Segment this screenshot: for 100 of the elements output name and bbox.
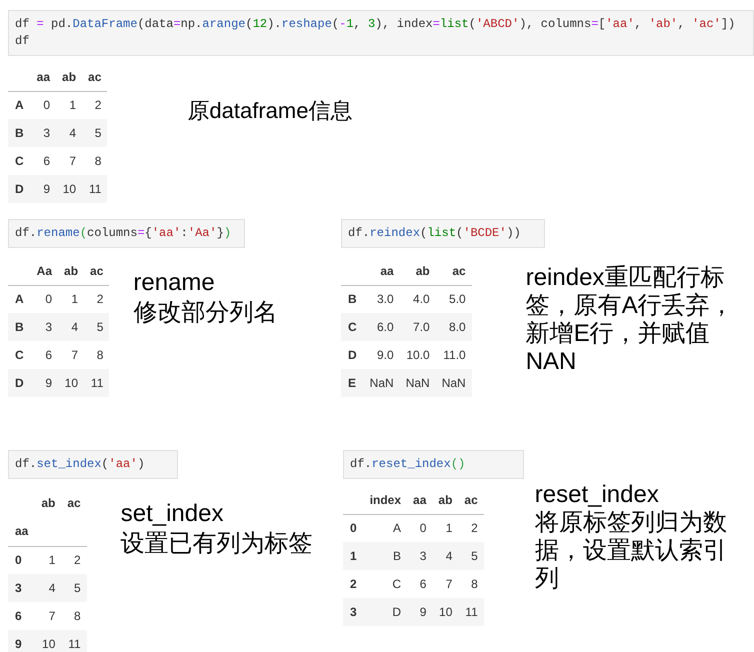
table-cell: 2: [82, 91, 108, 119]
table-cell: 5: [61, 574, 87, 602]
table-cell: 5.0: [436, 285, 472, 313]
row-index: D: [341, 341, 364, 369]
table-cell: C: [364, 570, 408, 598]
table-cell: 7.0: [400, 313, 436, 341]
row-index: 3: [8, 574, 36, 602]
table-cell: 11: [458, 598, 484, 626]
code-line: df.set_index('aa'): [15, 456, 146, 473]
code-cell[interactable]: df = pd.DataFrame(data=np.arange(12).reshape(-1, 3), index=list('ABCD'), columns=['aa', 'ab', 'ac']) df: [8, 10, 754, 56]
table-cell: 11.0: [436, 341, 472, 369]
column-header: ac: [82, 64, 108, 91]
table-cell: 3.0: [364, 285, 400, 313]
table-cell: 9: [30, 175, 56, 203]
annotation-text: reset_index: [534, 481, 660, 509]
annotation-text: NAN: [526, 348, 578, 376]
table-cell: 10: [35, 630, 62, 652]
table-cell: 3: [30, 119, 56, 147]
row-index: E: [341, 369, 364, 397]
table-cell: 10: [56, 175, 82, 203]
table-cell: 8: [84, 341, 110, 369]
table-cell: 8: [61, 602, 87, 630]
table-cell: D: [364, 598, 408, 626]
table-cell: 7: [56, 147, 82, 175]
row-index: B: [341, 285, 364, 313]
table-cell: 5: [82, 119, 108, 147]
table-cell: 9: [407, 598, 432, 626]
table-cell: 11: [61, 630, 87, 652]
row-index: 2: [343, 570, 364, 598]
code-cell[interactable]: df.set_index('aa'): [8, 450, 178, 479]
code-line: df: [15, 33, 30, 50]
table-cell: 0: [30, 91, 56, 119]
code-cell[interactable]: df.rename(columns={'aa':'Aa'}): [8, 219, 245, 248]
annotation-text: 将原标签列归为数: [534, 509, 727, 537]
annotation-text: 原dataframe信息: [187, 97, 352, 125]
table-cell: 7: [432, 570, 458, 598]
row-index: B: [8, 313, 31, 341]
table-cell: 2: [84, 285, 110, 313]
row-index: C: [8, 147, 31, 175]
annotation-text: 列: [534, 565, 560, 593]
column-header: Aa: [30, 258, 58, 285]
row-index: C: [341, 313, 364, 341]
table-cell: 8: [82, 147, 108, 175]
table-cell: 4: [58, 313, 84, 341]
column-header: ab: [40, 494, 56, 512]
table-cell: 9: [30, 369, 58, 397]
column-header: ab: [432, 487, 458, 514]
table-cell: 5: [458, 542, 484, 570]
code-line: df.reindex(list('BCDE')): [348, 225, 522, 242]
row-index: 0: [343, 514, 364, 542]
column-header: aa: [30, 64, 56, 91]
table-cell: 10: [58, 369, 84, 397]
table-cell: 4: [35, 574, 62, 602]
table-cell: 0: [407, 514, 432, 542]
table-cell: 1: [56, 91, 82, 119]
table-cell: 2: [458, 514, 484, 542]
column-header: aa: [364, 258, 400, 285]
table-cell: 8.0: [436, 313, 472, 341]
code-cell[interactable]: df.reindex(list('BCDE')): [341, 219, 545, 248]
row-index: 1: [343, 542, 364, 570]
code-line: df = pd.DataFrame(data=np.arange(12).reshape(-1, 3), index=list('ABCD'), columns=['aa', 'ab', 'ac']): [15, 16, 736, 33]
row-index: A: [8, 285, 31, 313]
table-cell: 6.0: [364, 313, 400, 341]
row-index: 3: [343, 598, 364, 626]
row-index: C: [8, 341, 31, 369]
table-cell: 3: [407, 542, 432, 570]
code-cell[interactable]: df.reset_index(): [343, 450, 524, 479]
column-header: ac: [436, 258, 472, 285]
row-index: 9: [8, 630, 36, 652]
annotation-text: 修改部分列名: [133, 298, 278, 328]
row-index: D: [8, 175, 31, 203]
annotation-text: rename: [133, 268, 216, 298]
row-index: A: [8, 91, 31, 119]
table-cell: B: [364, 542, 408, 570]
column-header: ab: [400, 258, 436, 285]
column-header: ab: [56, 64, 82, 91]
table-cell: 6: [30, 147, 56, 175]
table-cell: 4: [56, 119, 82, 147]
annotation-text: 新增E行，并赋值: [526, 320, 711, 348]
column-header: index: [364, 487, 408, 514]
annotation-text: set_index: [120, 499, 224, 529]
table-cell: 1: [35, 546, 62, 574]
annotation-text: 签，原有A行丢弃，: [526, 292, 734, 320]
table-cell: 6: [30, 341, 58, 369]
table-cell: NaN: [364, 369, 400, 397]
column-header: ac: [84, 258, 110, 285]
table-cell: 4: [432, 542, 458, 570]
column-header: ac: [66, 494, 82, 512]
annotation-text: reindex重匹配行标: [526, 264, 726, 292]
index-name-header: aa: [8, 516, 36, 546]
table-cell: 5: [84, 313, 110, 341]
annotation-text: 设置已有列为标签: [120, 529, 313, 559]
table-cell: 11: [82, 175, 108, 203]
table-cell: 4.0: [400, 285, 436, 313]
annotation-text: 据，设置默认索引: [534, 537, 727, 565]
table-cell: 7: [58, 341, 84, 369]
row-index: 6: [8, 602, 36, 630]
table-cell: 1: [432, 514, 458, 542]
table-cell: 10: [432, 598, 458, 626]
table-cell: 8: [458, 570, 484, 598]
